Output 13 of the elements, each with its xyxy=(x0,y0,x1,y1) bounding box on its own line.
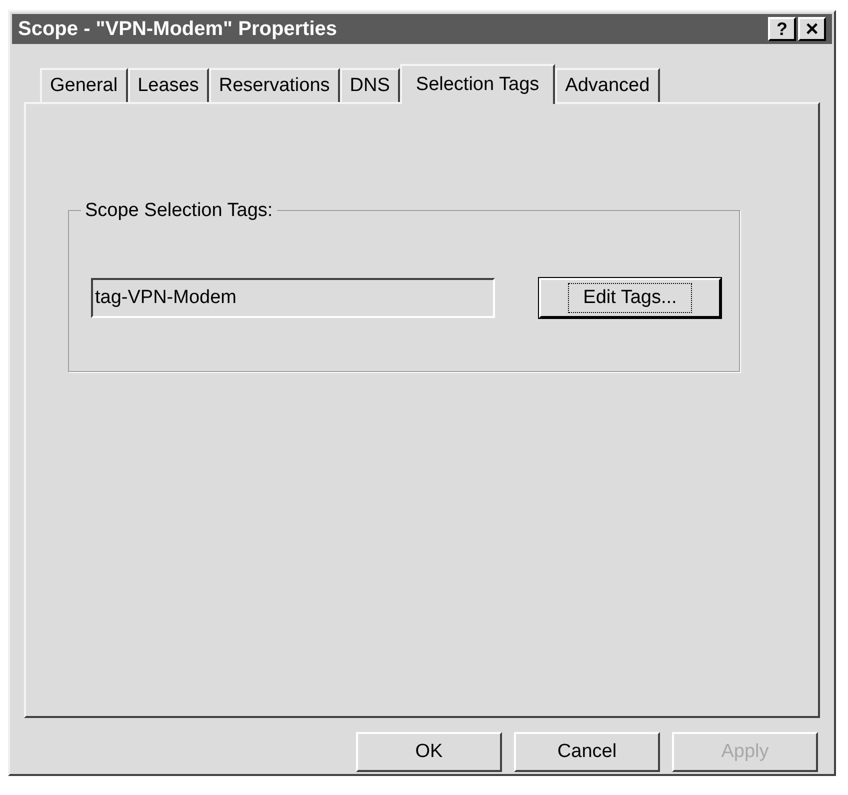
tab[interactable]: Selection Tags xyxy=(400,64,556,104)
help-button[interactable]: ? xyxy=(768,17,796,41)
tab[interactable]: DNS xyxy=(340,68,400,102)
tab[interactable]: Leases xyxy=(128,68,209,102)
tab[interactable]: Reservations xyxy=(208,68,340,102)
close-button[interactable]: × xyxy=(798,17,826,41)
edit-tags-button[interactable]: Edit Tags... xyxy=(539,278,721,318)
window-title: Scope - "VPN-Modem" Properties xyxy=(18,17,338,42)
tab[interactable]: General xyxy=(40,68,128,102)
dialog-button[interactable]: OK xyxy=(356,732,502,772)
tags-field[interactable]: tag-VPN-Modem xyxy=(91,278,495,318)
tab[interactable]: Advanced xyxy=(555,68,660,102)
dialog-button[interactable]: Cancel xyxy=(514,732,660,772)
